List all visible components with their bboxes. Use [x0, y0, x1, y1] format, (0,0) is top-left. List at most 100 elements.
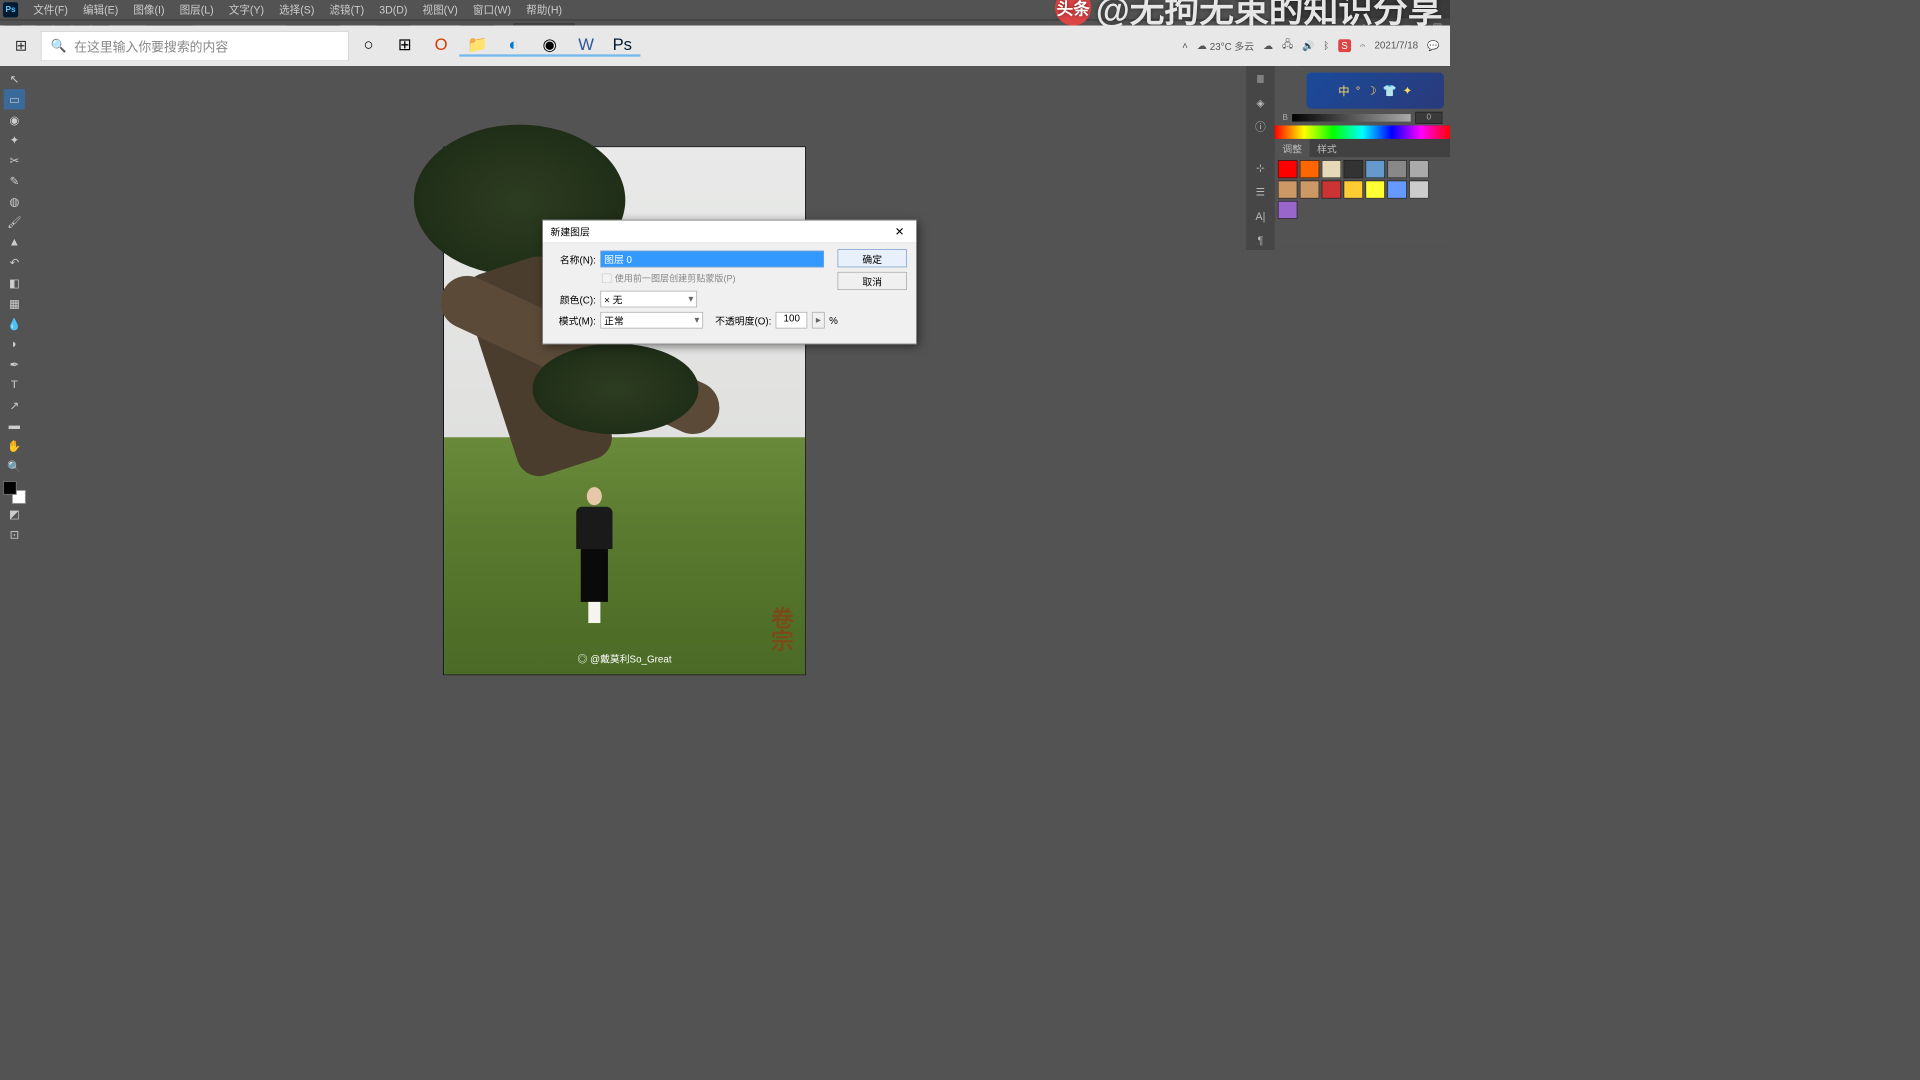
stamp-tool-icon[interactable]: ▲	[4, 232, 25, 252]
move-tool-icon[interactable]: ↖	[4, 69, 25, 89]
layer-name-input[interactable]: 图层 0	[600, 251, 824, 268]
windows-taskbar: ⊞ 🔍 在这里输入你要搜索的内容 ○⊞O📁◐◉WPs ˄ ☁ 23°C 多云 ☁…	[0, 26, 1450, 66]
eyedropper-tool-icon[interactable]: ✎	[4, 171, 25, 191]
ime-icon[interactable]: S	[1338, 39, 1351, 52]
ok-button[interactable]: 确定	[838, 249, 907, 267]
taskbar-app-cortana[interactable]: ○	[350, 35, 386, 55]
style-swatch[interactable]	[1409, 180, 1429, 198]
taskbar-app-office[interactable]: O	[423, 35, 459, 55]
menu-type[interactable]: 文字(Y)	[221, 2, 271, 17]
quickmask-icon[interactable]: ◩	[4, 504, 25, 524]
fg-bg-color[interactable]	[3, 481, 26, 504]
layer-color-select[interactable]: × 无▾	[600, 291, 697, 308]
healing-tool-icon[interactable]: ◍	[4, 191, 25, 211]
magic-wand-tool-icon[interactable]: ✦	[4, 130, 25, 150]
marquee-tool-icon[interactable]: ▭	[4, 89, 25, 109]
properties-panel-icon[interactable]: ◈	[1250, 93, 1271, 113]
menu-window[interactable]: 窗口(W)	[465, 2, 518, 17]
lasso-tool-icon[interactable]: ◉	[4, 110, 25, 130]
blend-mode-dialog-select[interactable]: 正常▾	[600, 312, 703, 329]
history-panel-icon[interactable]: ≣	[1250, 69, 1271, 89]
cancel-button[interactable]: 取消	[838, 272, 907, 290]
style-swatch[interactable]	[1300, 160, 1320, 178]
zoom-tool-icon[interactable]: 🔍	[4, 456, 25, 476]
language-icon[interactable]: 𝄐	[1360, 40, 1365, 52]
taskbar-app-word[interactable]: W	[568, 35, 604, 57]
color-panel-body: 中°☽👕✦ B 0	[1275, 66, 1450, 125]
crop-tool-icon[interactable]: ✂	[4, 150, 25, 170]
weather-widget[interactable]: ☁ 23°C 多云	[1197, 39, 1254, 53]
menu-help[interactable]: 帮助(H)	[519, 2, 570, 17]
path-tool-icon[interactable]: ↗	[4, 395, 25, 415]
menu-image[interactable]: 图像(I)	[126, 2, 172, 17]
history-brush-tool-icon[interactable]: ↶	[4, 252, 25, 272]
adjustments-tab[interactable]: 调整	[1275, 139, 1310, 157]
style-swatch[interactable]	[1300, 180, 1320, 198]
style-swatch[interactable]	[1322, 180, 1342, 198]
b-slider[interactable]	[1292, 114, 1410, 122]
character-panel-icon[interactable]: ⊹	[1250, 158, 1271, 178]
menu-layer[interactable]: 图层(L)	[172, 2, 221, 17]
paragraph-panel-icon[interactable]: ☰	[1250, 182, 1271, 202]
notifications-icon[interactable]: 💬	[1427, 40, 1439, 52]
style-swatch[interactable]	[1344, 180, 1364, 198]
layer-list: 👁 背景 🔒	[1275, 0, 1450, 17]
taskbar-app-chrome[interactable]: ◉	[532, 35, 568, 57]
glyph-panel-icon[interactable]: A|	[1250, 206, 1271, 226]
styles-tab[interactable]: 样式	[1310, 139, 1345, 157]
right-panel-strip: ≣ ◈ ⓘ ⊹ ☰ A| ¶	[1246, 66, 1275, 250]
style-swatch[interactable]	[1344, 160, 1364, 178]
menu-filter[interactable]: 滤镜(T)	[322, 2, 372, 17]
menu-view[interactable]: 视图(V)	[415, 2, 465, 17]
onedrive-icon[interactable]: ☁	[1263, 40, 1273, 52]
clock[interactable]: 2021/7/18	[1374, 39, 1418, 52]
opacity-field-label: 不透明度(O):	[715, 313, 771, 327]
taskbar-app-taskview[interactable]: ⊞	[387, 35, 423, 55]
para-style-panel-icon[interactable]: ¶	[1250, 230, 1271, 250]
ime-floating-widget[interactable]: 中°☽👕✦	[1306, 72, 1443, 108]
opacity-input[interactable]: 100	[776, 312, 808, 329]
hand-tool-icon[interactable]: ✋	[4, 436, 25, 456]
info-panel-icon[interactable]: ⓘ	[1250, 117, 1271, 137]
app-logo: Ps	[3, 2, 18, 17]
blur-tool-icon[interactable]: 💧	[4, 313, 25, 333]
brush-tool-icon[interactable]: 🖌	[4, 211, 25, 231]
taskbar-app-explorer[interactable]: 📁	[459, 35, 495, 57]
gradient-tool-icon[interactable]: ▦	[4, 293, 25, 313]
taskbar-app-browser1[interactable]: ◐	[495, 35, 531, 57]
color-spectrum[interactable]	[1275, 125, 1450, 139]
style-swatch[interactable]	[1278, 180, 1298, 198]
menu-select[interactable]: 选择(S)	[272, 2, 322, 17]
taskbar-search[interactable]: 🔍 在这里输入你要搜索的内容	[41, 31, 349, 61]
start-button[interactable]: ⊞	[3, 26, 39, 66]
taskbar-app-photoshop[interactable]: Ps	[604, 35, 640, 57]
style-swatch[interactable]	[1409, 160, 1429, 178]
style-swatch[interactable]	[1322, 160, 1342, 178]
pen-tool-icon[interactable]: ✒	[4, 354, 25, 374]
volume-icon[interactable]: 🔊	[1302, 40, 1314, 52]
opacity-stepper-icon[interactable]: ▸	[812, 312, 824, 329]
style-swatch[interactable]	[1387, 180, 1407, 198]
style-swatch[interactable]	[1365, 180, 1385, 198]
eraser-tool-icon[interactable]: ◧	[4, 273, 25, 293]
menu-file[interactable]: 文件(F)	[26, 2, 76, 17]
network-icon[interactable]: 🖧	[1282, 37, 1293, 54]
menu-3d[interactable]: 3D(D)	[372, 4, 415, 16]
tray-chevron-icon[interactable]: ˄	[1182, 40, 1188, 51]
person-figure	[572, 487, 616, 623]
type-tool-icon[interactable]: T	[4, 375, 25, 395]
dialog-title: 新建图层	[551, 224, 590, 238]
style-swatch[interactable]	[1365, 160, 1385, 178]
shape-tool-icon[interactable]: ▬	[4, 415, 25, 435]
menu-edit[interactable]: 编辑(E)	[75, 2, 125, 17]
style-swatch[interactable]	[1278, 201, 1298, 219]
style-swatch[interactable]	[1387, 160, 1407, 178]
image-side-text: 卷宗	[763, 606, 796, 651]
style-swatch[interactable]	[1278, 160, 1298, 178]
dodge-tool-icon[interactable]: ◗	[4, 334, 25, 354]
b-value-input[interactable]: 0	[1415, 112, 1442, 124]
screenmode-icon[interactable]: ⊡	[4, 524, 25, 544]
clip-mask-checkbox[interactable]	[602, 273, 612, 283]
bluetooth-icon[interactable]: ᛒ	[1323, 40, 1329, 51]
dialog-close-icon[interactable]: ✕	[890, 222, 908, 240]
